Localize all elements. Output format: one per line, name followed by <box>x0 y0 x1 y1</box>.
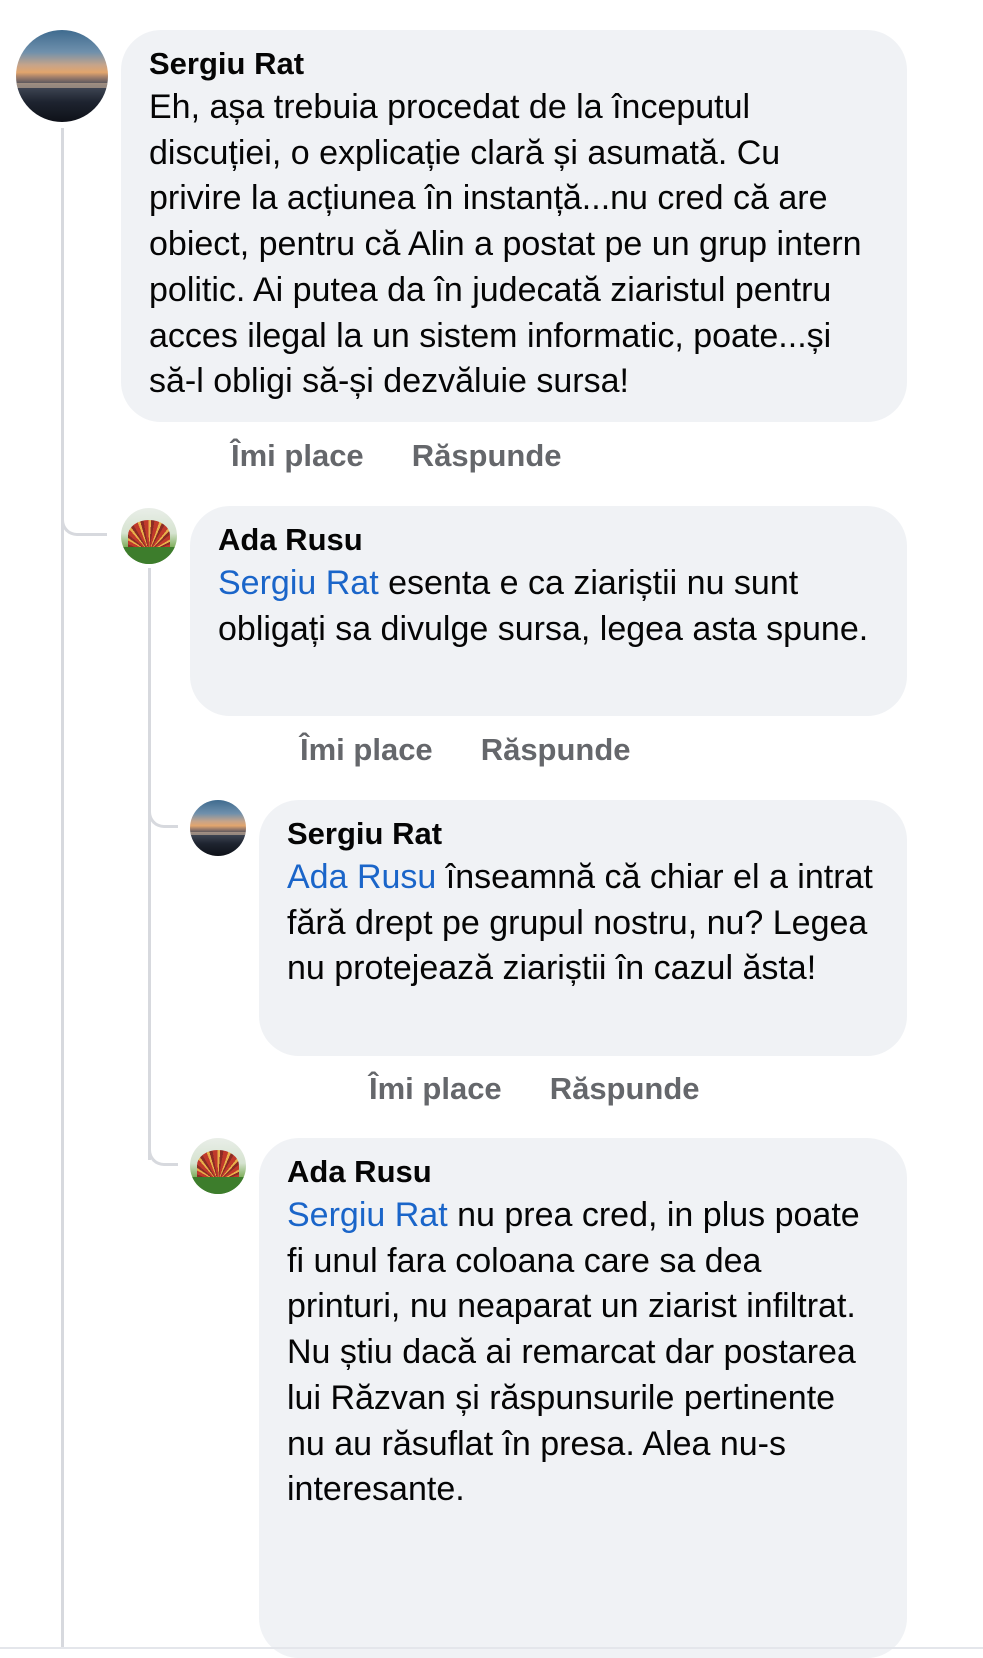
reply-button[interactable]: Răspunde <box>481 730 631 770</box>
mention-link[interactable]: Sergiu Rat <box>218 564 379 602</box>
comment-author[interactable]: Sergiu Rat <box>287 814 881 854</box>
like-button[interactable]: Îmi place <box>369 1069 502 1109</box>
comment-text: Ada Rusu înseamnă că chiar el a intrat f… <box>287 855 881 992</box>
comment-body: Eh, așa trebuia procedat de la începutul… <box>149 88 862 401</box>
thread-line-replies <box>148 568 151 1160</box>
mention-link[interactable]: Sergiu Rat <box>287 1196 448 1234</box>
avatar[interactable] <box>190 1138 246 1194</box>
like-button[interactable]: Îmi place <box>300 730 433 770</box>
mention-link[interactable]: Ada Rusu <box>287 858 436 896</box>
comment-author[interactable]: Ada Rusu <box>287 1152 881 1192</box>
thread-connector-reply-3 <box>148 1120 178 1166</box>
like-button[interactable]: Îmi place <box>231 436 364 476</box>
comment-bubble: Ada Rusu Sergiu Rat nu prea cred, in plu… <box>259 1138 907 1658</box>
comment-text: Sergiu Rat nu prea cred, in plus poate f… <box>287 1193 881 1513</box>
comment-author[interactable]: Sergiu Rat <box>149 44 881 84</box>
avatar[interactable] <box>16 30 108 122</box>
thread-connector-reply-1 <box>61 470 107 536</box>
comment-bubble: Ada Rusu Sergiu Rat esenta e ca ziariști… <box>190 506 907 716</box>
comment-actions: Îmi place Răspunde <box>231 436 562 476</box>
comment-bubble: Sergiu Rat Eh, așa trebuia procedat de l… <box>121 30 907 422</box>
comment-actions: Îmi place Răspunde <box>300 730 631 770</box>
thread-line-main <box>61 128 64 1649</box>
comment-bubble: Sergiu Rat Ada Rusu înseamnă că chiar el… <box>259 800 907 1056</box>
comment-author[interactable]: Ada Rusu <box>218 520 881 560</box>
comment-body: nu prea cred, in plus poate fi unul fara… <box>287 1196 860 1509</box>
avatar[interactable] <box>190 800 246 856</box>
thread-connector-reply-2 <box>148 782 178 828</box>
comment-text: Eh, așa trebuia procedat de la începutul… <box>149 85 881 405</box>
comment-text: Sergiu Rat esenta e ca ziariștii nu sunt… <box>218 561 881 652</box>
comment-actions: Îmi place Răspunde <box>369 1069 700 1109</box>
reply-button[interactable]: Răspunde <box>550 1069 700 1109</box>
reply-button[interactable]: Răspunde <box>412 436 562 476</box>
avatar[interactable] <box>121 508 177 564</box>
